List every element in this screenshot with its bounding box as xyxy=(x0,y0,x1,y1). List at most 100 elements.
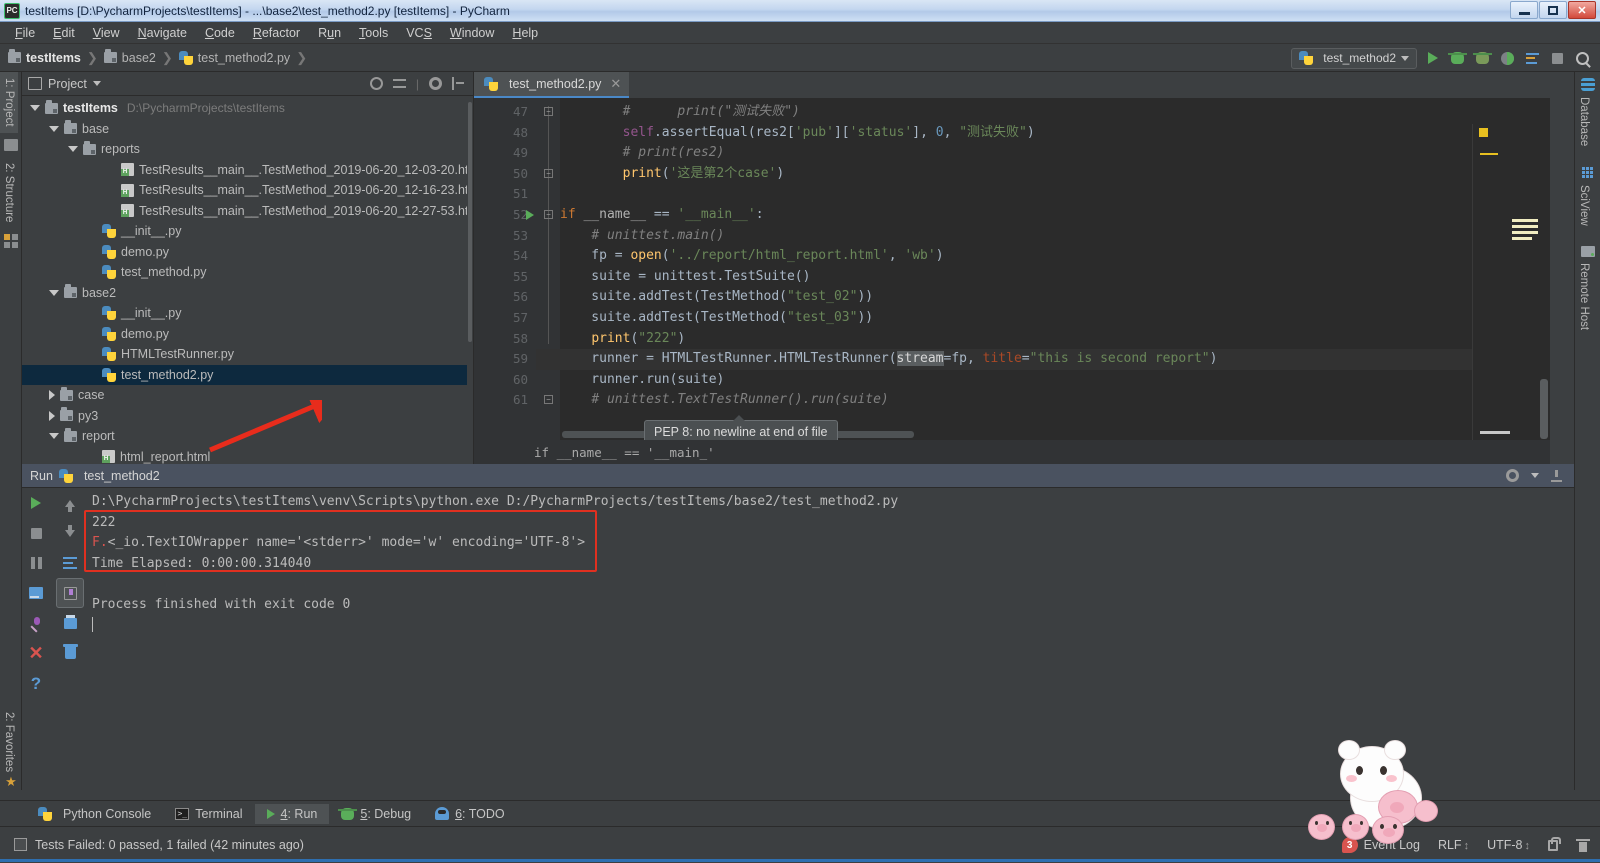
clear-all-button[interactable] xyxy=(56,638,84,668)
attach-button[interactable] xyxy=(1523,49,1542,68)
warning-marker[interactable] xyxy=(1479,128,1488,137)
tree-node[interactable]: report xyxy=(22,426,467,447)
soft-wrap-button[interactable] xyxy=(56,548,84,578)
menu-vcs[interactable]: VCS xyxy=(397,24,441,42)
chevron-down-icon[interactable] xyxy=(49,125,59,132)
sidebar-tab-sciview[interactable]: SciView xyxy=(1575,179,1593,232)
run-gutter-icon[interactable] xyxy=(526,210,534,220)
fold-toggle-icon[interactable]: − xyxy=(544,210,553,219)
project-scrollbar[interactable] xyxy=(467,96,473,464)
sidebar-tab-favorites[interactable]: 2: Favorites xyxy=(0,706,18,774)
close-tab-button[interactable]: ✕ xyxy=(22,638,50,668)
tree-node[interactable]: html_report.html xyxy=(22,447,467,465)
menu-window[interactable]: Window xyxy=(441,24,503,42)
breadcrumb-base2[interactable]: base2 xyxy=(103,49,156,65)
help-button[interactable]: ? xyxy=(22,668,50,698)
close-button[interactable]: ✕ xyxy=(1568,1,1596,19)
sidebar-tab-database[interactable]: Database xyxy=(1575,91,1593,152)
hide-panel-icon[interactable] xyxy=(1551,469,1562,482)
stop-button[interactable] xyxy=(1548,49,1567,68)
source-code[interactable]: # print("测试失败") self.assertEqual(res2['p… xyxy=(560,98,1472,464)
editor-vertical-scrollbar[interactable] xyxy=(1540,379,1548,439)
tree-node[interactable]: testItems D:\PycharmProjects\testItems xyxy=(22,98,467,119)
gear-icon[interactable] xyxy=(429,77,442,90)
tree-node[interactable]: test_method2.py xyxy=(22,364,467,385)
fold-toggle-icon[interactable]: − xyxy=(544,395,553,405)
tree-node[interactable]: py3 xyxy=(22,406,467,427)
profile-button[interactable] xyxy=(1498,49,1517,68)
stop-button[interactable] xyxy=(22,518,50,548)
scroll-up-button[interactable] xyxy=(56,488,84,518)
menu-edit[interactable]: Edit xyxy=(44,24,84,42)
chevron-down-icon[interactable] xyxy=(49,433,59,440)
breadcrumb-testitems[interactable]: testItems xyxy=(8,49,81,65)
tree-node[interactable]: base2 xyxy=(22,283,467,304)
sidebar-tab-project[interactable]: 1: Project xyxy=(0,72,18,133)
scroll-down-button[interactable] xyxy=(56,518,84,548)
run-configuration-selector[interactable]: test_method2 xyxy=(1291,47,1417,69)
sidebar-tab-remote-host[interactable]: Remote Host xyxy=(1575,257,1593,336)
minimize-button[interactable] xyxy=(1510,1,1538,19)
fold-toggle-icon[interactable]: − xyxy=(544,107,553,116)
search-everywhere-button[interactable] xyxy=(1573,49,1592,68)
menu-view[interactable]: View xyxy=(84,24,129,42)
chevron-down-icon[interactable] xyxy=(1531,473,1539,478)
close-icon[interactable]: ✕ xyxy=(610,76,621,92)
editor-breadcrumb[interactable]: if __name__ == '__main_' xyxy=(474,440,1550,464)
scroll-to-end-button[interactable] xyxy=(56,578,84,608)
debug-button[interactable] xyxy=(1448,49,1467,68)
tree-node[interactable]: case xyxy=(22,385,467,406)
tree-node[interactable]: test_method.py xyxy=(22,262,467,283)
coverage-button[interactable] xyxy=(1473,49,1492,68)
event-log-button[interactable]: 3 Event Log xyxy=(1341,837,1420,853)
collapse-all-icon[interactable] xyxy=(392,77,406,90)
chevron-down-icon[interactable] xyxy=(49,289,59,296)
tree-node[interactable]: reports xyxy=(22,139,467,160)
chevron-right-icon[interactable] xyxy=(49,390,55,401)
sidebar-tab-structure[interactable]: 2: Structure xyxy=(0,157,18,228)
hide-panel-icon[interactable] xyxy=(452,77,465,90)
project-tree[interactable]: testItems D:\PycharmProjects\testItems bas… xyxy=(22,96,467,464)
locate-file-icon[interactable] xyxy=(369,77,383,90)
menu-run[interactable]: Run xyxy=(309,24,350,42)
tree-node[interactable]: demo.py xyxy=(22,242,467,263)
tree-node[interactable]: base xyxy=(22,119,467,140)
editor-tab-test-method2[interactable]: test_method2.py ✕ xyxy=(474,72,630,98)
pin-tab-button[interactable] xyxy=(22,608,50,638)
encoding-indicator[interactable]: UTF-8 xyxy=(1487,838,1530,852)
fold-toggle-icon[interactable]: − xyxy=(544,168,553,178)
run-console-output[interactable]: D:\PycharmProjects\testItems\venv\Script… xyxy=(92,488,1574,790)
chevron-down-icon[interactable] xyxy=(30,105,40,112)
tree-node[interactable]: TestResults__main__.TestMethod_2019-06-2… xyxy=(22,160,467,181)
tree-node[interactable]: HTMLTestRunner.py xyxy=(22,344,467,365)
tree-node[interactable]: TestResults__main__.TestMethod_2019-06-2… xyxy=(22,180,467,201)
chevron-right-icon[interactable] xyxy=(49,410,55,421)
pause-button[interactable] xyxy=(22,548,50,578)
menu-file[interactable]: FFileile xyxy=(6,24,44,42)
status-message[interactable]: Tests Failed: 0 passed, 1 failed (42 min… xyxy=(35,838,304,852)
tree-node[interactable]: __init__.py xyxy=(22,303,467,324)
fold-column[interactable]: − − − − xyxy=(536,98,560,464)
breadcrumb-test-method2[interactable]: test_method2.py xyxy=(178,50,290,65)
rerun-button[interactable] xyxy=(22,488,50,518)
menu-navigate[interactable]: Navigate xyxy=(129,24,196,42)
console-view-button[interactable] xyxy=(22,578,50,608)
tree-node[interactable]: demo.py xyxy=(22,324,467,345)
line-separator-indicator[interactable]: RLF xyxy=(1438,838,1469,852)
lock-icon[interactable] xyxy=(1548,836,1561,851)
tree-node[interactable]: __init__.py xyxy=(22,221,467,242)
bottom-tab-python-console[interactable]: Python Console xyxy=(26,804,163,824)
bottom-tab-debug[interactable]: 5: Debug xyxy=(329,804,423,824)
gear-icon[interactable] xyxy=(1506,469,1519,482)
inspection-level-icon[interactable] xyxy=(1576,838,1590,852)
run-button[interactable] xyxy=(1423,49,1442,68)
bottom-tab-run[interactable]: 4: Run xyxy=(254,803,330,824)
chevron-down-icon[interactable] xyxy=(68,146,78,153)
menu-tools[interactable]: Tools xyxy=(350,24,397,42)
bottom-tab-terminal[interactable]: >_ Terminal xyxy=(163,804,254,824)
chevron-down-icon[interactable] xyxy=(92,81,101,86)
tree-node[interactable]: TestResults__main__.TestMethod_2019-06-2… xyxy=(22,201,467,222)
menu-refactor[interactable]: Refactor xyxy=(244,24,309,42)
print-button[interactable] xyxy=(56,608,84,638)
bottom-tab-todo[interactable]: 6: TODO xyxy=(423,804,517,824)
